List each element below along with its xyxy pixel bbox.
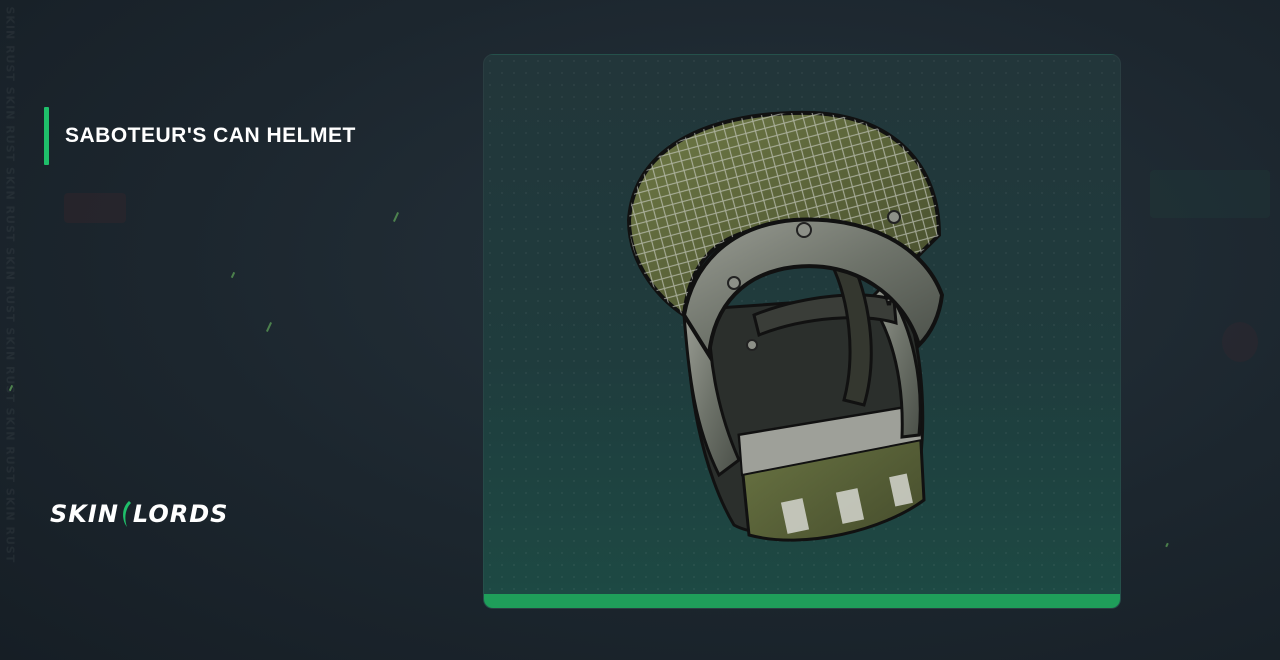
card-accent-bar — [484, 594, 1120, 608]
sparkle — [1165, 542, 1169, 548]
sparkle — [265, 322, 273, 332]
helmet-image — [626, 110, 945, 542]
sparkle — [230, 271, 236, 279]
item-title-block: SABOTEUR'S CAN HELMET — [44, 107, 356, 165]
sickle-icon — [122, 501, 131, 527]
background-shape — [64, 193, 126, 223]
watermark-text: SKIN RUST SKIN RUST SKIN RUST SKIN RUST … — [3, 6, 17, 564]
title-accent-bar — [44, 107, 49, 165]
sparkle — [392, 212, 400, 222]
background-shape — [1150, 170, 1270, 218]
logo-text-left: SKIN — [50, 500, 119, 528]
item-title: SABOTEUR'S CAN HELMET — [65, 124, 356, 147]
background-shape — [1222, 322, 1258, 362]
logo-text-right: LORDS — [132, 500, 229, 528]
item-preview-card — [483, 54, 1121, 609]
brand-logo[interactable]: SKIN LORDS — [50, 499, 228, 529]
background-watermark: SKIN RUST SKIN RUST SKIN RUST SKIN RUST … — [0, 0, 20, 660]
